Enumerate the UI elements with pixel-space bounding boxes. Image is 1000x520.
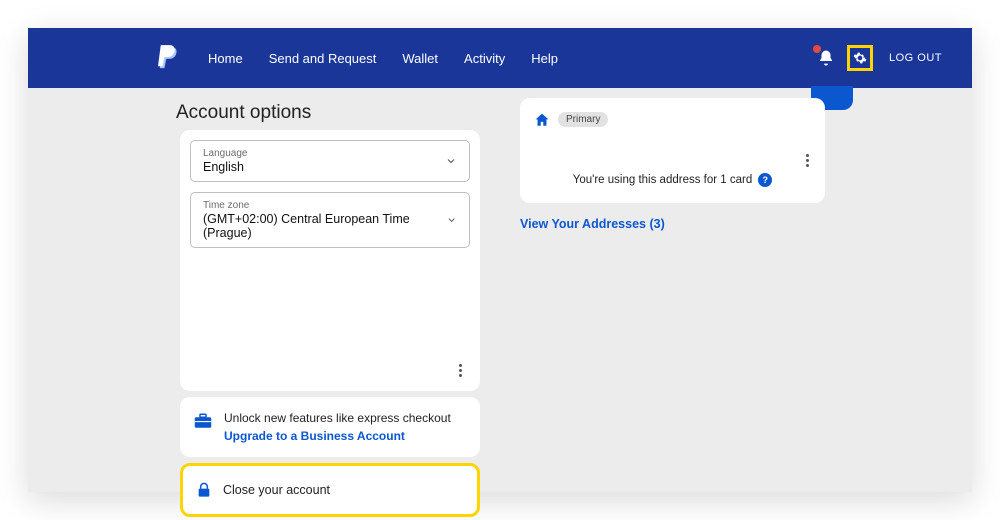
kebab-dot-icon [806, 154, 809, 157]
close-account-label: Close your account [223, 483, 330, 497]
app-header: Home Send and Request Wallet Activity He… [28, 28, 972, 88]
nav-wallet[interactable]: Wallet [402, 51, 438, 66]
kebab-dot-icon [459, 369, 462, 372]
upgrade-text: Unlock new features like express checkou… [224, 411, 451, 425]
lock-icon [197, 482, 211, 498]
language-dropdown[interactable]: Language English [190, 140, 470, 182]
help-icon[interactable]: ? [758, 173, 772, 187]
kebab-dot-icon [459, 364, 462, 367]
main-nav: Home Send and Request Wallet Activity He… [208, 51, 558, 66]
home-icon [534, 113, 550, 127]
view-addresses-link[interactable]: View Your Addresses (3) [520, 217, 665, 231]
timezone-label: Time zone [203, 200, 446, 211]
upgrade-card: Unlock new features like express checkou… [180, 397, 480, 457]
timezone-dropdown[interactable]: Time zone (GMT+02:00) Central European T… [190, 192, 470, 248]
notification-badge-icon [813, 45, 821, 53]
kebab-dot-icon [459, 374, 462, 377]
upgrade-link[interactable]: Upgrade to a Business Account [224, 429, 451, 443]
address-note-text: You're using this address for 1 card [573, 174, 753, 186]
paypal-logo-icon [158, 45, 180, 71]
account-options-panel: Language English Time zone (GMT+02:00) C… [180, 130, 480, 517]
address-panel: Primary You're using this address for 1 … [520, 98, 825, 233]
options-card: Language English Time zone (GMT+02:00) C… [180, 130, 480, 391]
logout-button[interactable]: LOG OUT [889, 52, 942, 64]
timezone-value: (GMT+02:00) Central European Time (Pragu… [203, 212, 446, 240]
options-overflow-menu[interactable] [453, 358, 468, 383]
nav-send-request[interactable]: Send and Request [269, 51, 377, 66]
address-card: Primary You're using this address for 1 … [520, 98, 825, 203]
address-usage-note: You're using this address for 1 card ? [534, 173, 811, 187]
language-value: English [203, 160, 248, 174]
header-right: LOG OUT [817, 45, 942, 71]
chevron-down-icon [445, 155, 457, 167]
primary-badge: Primary [558, 112, 608, 127]
page-title: Account options [176, 102, 311, 124]
briefcase-icon [194, 413, 212, 429]
nav-activity[interactable]: Activity [464, 51, 505, 66]
chevron-down-icon [446, 214, 457, 226]
notifications-button[interactable] [817, 49, 835, 67]
nav-home[interactable]: Home [208, 51, 243, 66]
close-account-button[interactable]: Close your account [180, 463, 480, 517]
kebab-dot-icon [806, 159, 809, 162]
content-area: Account options Language English Time zo… [28, 88, 972, 492]
address-overflow-menu[interactable] [800, 148, 815, 173]
nav-help[interactable]: Help [531, 51, 558, 66]
settings-button[interactable] [847, 45, 873, 71]
language-label: Language [203, 148, 248, 159]
gear-icon [853, 51, 867, 65]
kebab-dot-icon [806, 164, 809, 167]
